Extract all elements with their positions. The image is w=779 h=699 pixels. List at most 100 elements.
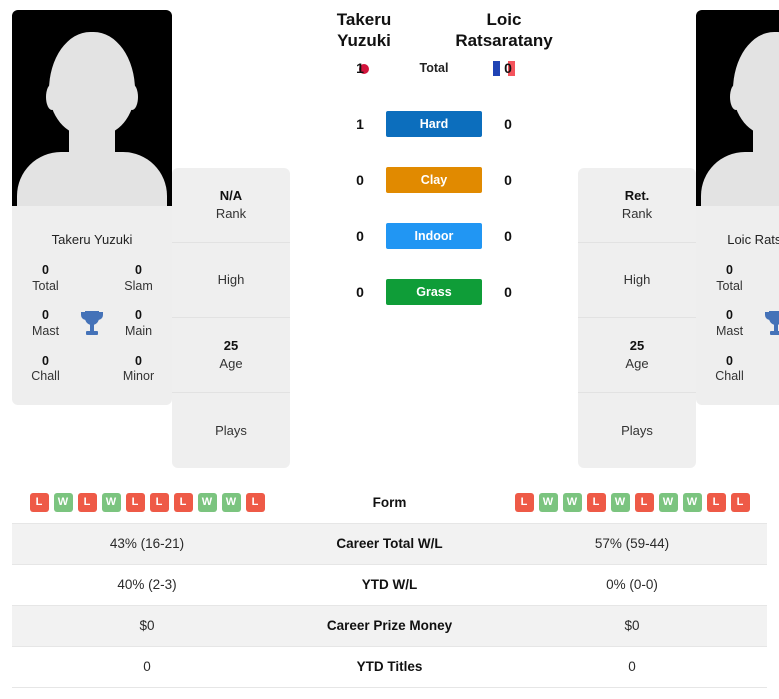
left-titles-minor-label: Minor [122,369,155,384]
form-badge-l: L [706,492,726,512]
form-badge-l: L [514,492,534,512]
right-info-age-label: Age [625,356,649,371]
left-titles-chall-value: 0 [42,353,49,368]
left-titles-main-value: 0 [135,308,142,323]
right-player-photo-name: Loic Ratsaratany [727,232,779,247]
left-player-first-name: Takeru [336,10,392,29]
right-form-cell: LWWLWLWWLL [497,482,767,523]
form-badge-l: L [125,492,145,512]
left-titles-slam: 0 Slam [109,257,168,300]
right-info-age: 25 Age [578,318,696,393]
left-titles-main-label: Main [124,323,153,338]
right-career-prize-money: $0 [624,618,640,633]
row-label-form: Form [372,494,407,510]
table-row-career-total-wl: 43% (16-21) Career Total W/L 57% (59-44) [12,523,767,564]
left-titles-total-value: 0 [42,263,49,277]
avatar-ear-left-icon [730,84,742,110]
player-comparison-page: Takeru Yuzuki 0 Total 0 Slam 0 Mast 0 Ma… [0,0,779,699]
h2h-indoor-label[interactable]: Indoor [386,223,482,250]
h2h-indoor-right-value: 0 [504,228,512,245]
left-info-age-value: 25 [223,338,239,354]
avatar-ear-right-icon [126,84,138,110]
form-badge-w: W [221,492,241,512]
left-info-high: High [172,243,290,318]
right-info-age-value: 25 [629,338,645,354]
h2h-clay-right-value: 0 [504,172,512,189]
left-ytd-titles: 0 [143,659,151,674]
left-titles-mast-label: Mast [31,323,60,338]
right-titles-chall: 0 Chall [700,348,759,391]
left-player-photo-card[interactable]: Takeru Yuzuki 0 Total 0 Slam 0 Mast 0 Ma… [12,10,172,405]
form-badge-w: W [197,492,217,512]
right-titles-total: 0 Total [700,257,759,300]
left-career-total-wl: 43% (16-21) [109,536,185,551]
avatar-head-icon [49,32,135,136]
h2h-hard-right-value: 0 [504,116,512,133]
left-form-badges: LWLWLLLWWL [12,492,282,512]
left-info-high-label: High [217,272,245,288]
right-player-photo-card[interactable]: Loic Ratsaratany 0 Total 0 Slam 0 Mast [696,10,779,405]
form-badge-w: W [682,492,702,512]
right-ytd-titles: 0 [628,659,636,674]
h2h-hard-left-value: 1 [356,116,364,133]
right-player-first-name: Loic [486,10,522,29]
h2h-clay-label[interactable]: Clay [386,167,482,194]
photo-bottom-fade [696,206,779,222]
row-label-ytd-wl: YTD W/L [361,577,418,592]
form-badge-l: L [586,492,606,512]
left-player-titles-grid: 0 Total 0 Slam 0 Mast 0 Main 0 Chall 0 M… [12,251,172,405]
left-info-age: 25 Age [172,318,290,393]
table-row-ytd-wl: 40% (2-3) YTD W/L 0% (0-0) [12,564,767,605]
comparison-header: Takeru Yuzuki 0 Total 0 Slam 0 Mast 0 Ma… [0,0,779,468]
avatar-head-icon [733,32,779,136]
h2h-row-hard: 1 Hard 0 [294,96,574,152]
right-player-photo [696,10,779,222]
right-info-high: High [578,243,696,318]
right-info-high-label: High [623,272,651,288]
h2h-row-total: 1 Total 0 [294,40,574,96]
form-badge-l: L [634,492,654,512]
photo-bottom-fade [12,206,172,222]
left-titles-slam-value: 0 [135,263,142,277]
left-info-rank: N/A Rank [172,168,290,243]
right-titles-total-value: 0 [726,263,733,277]
form-badge-l: L [730,492,750,512]
form-badge-w: W [610,492,630,512]
table-row-form: LWLWLLLWWL Form LWWLWLWWLL [12,482,767,523]
h2h-grass-label[interactable]: Grass [386,279,482,306]
form-badge-w: W [562,492,582,512]
left-player-info-panel: N/A Rank High 25 Age Plays [172,168,290,468]
form-badge-l: L [29,492,49,512]
h2h-hard-label[interactable]: Hard [386,111,482,138]
row-label-ytd-titles: YTD Titles [356,659,423,674]
h2h-total-right-value: 0 [504,60,512,77]
right-info-plays: Plays [578,393,696,468]
left-info-rank-label: Rank [215,206,247,221]
right-form-badges: LWWLWLWWLL [497,492,767,512]
left-info-plays: Plays [172,393,290,468]
left-player-photo [12,10,172,222]
table-row-career-prize-money: $0 Career Prize Money $0 [12,605,767,646]
h2h-clay-left-value: 0 [356,172,364,189]
h2h-grass-left-value: 0 [356,284,364,301]
left-info-age-label: Age [219,356,243,371]
row-label-career-prize-money: Career Prize Money [326,618,453,633]
form-badge-l: L [173,492,193,512]
left-titles-chall-label: Chall [31,369,60,384]
form-badge-w: W [658,492,678,512]
form-badge-l: L [149,492,169,512]
left-form-cell: LWLWLLLWWL [12,482,282,523]
left-player-photo-name: Takeru Yuzuki [51,232,133,247]
h2h-row-indoor: 0 Indoor 0 [294,208,574,264]
right-player-info-panel: Ret. Rank High 25 Age Plays [578,168,696,468]
right-ytd-wl: 0% (0-0) [606,577,658,592]
left-titles-minor-value: 0 [135,353,142,368]
h2h-row-clay: 0 Clay 0 [294,152,574,208]
right-titles-chall-value: 0 [726,353,733,368]
left-titles-total: 0 Total [16,257,75,300]
form-badge-w: W [538,492,558,512]
head-to-head-column: Takeru Yuzuki Loic Ratsaratany 1 Total 0… [290,10,578,320]
left-info-rank-value: N/A [219,188,243,204]
h2h-row-grass: 0 Grass 0 [294,264,574,320]
right-titles-chall-label: Chall [715,369,744,384]
